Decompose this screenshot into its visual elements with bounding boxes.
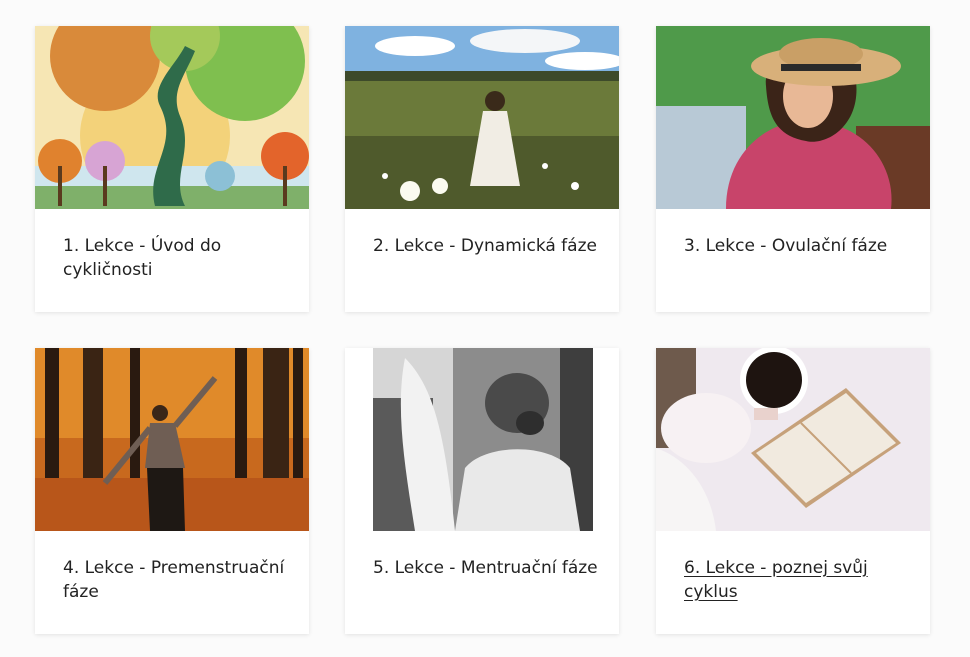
lesson-card-6[interactable]: 6. Lekce - poznej svůj cyklus xyxy=(656,348,930,634)
lesson-title-2[interactable]: 2. Lekce - Dynamická fáze xyxy=(373,234,603,258)
lesson-title-4[interactable]: 4. Lekce - Premenstruační fáze xyxy=(63,556,293,604)
lesson-image-3[interactable] xyxy=(656,26,930,209)
lesson-title-1[interactable]: 1. Lekce - Úvod do cykličnosti xyxy=(63,234,293,282)
lesson-card-3[interactable]: 3. Lekce - Ovulační fáze xyxy=(656,26,930,312)
lesson-image-1[interactable] xyxy=(35,26,309,209)
lesson-title-6-link[interactable]: 6. Lekce - poznej svůj cyklus xyxy=(684,556,914,604)
lesson-card-5[interactable]: 5. Lekce - Mentruační fáze xyxy=(345,348,619,634)
lesson-card-2[interactable]: 2. Lekce - Dynamická fáze xyxy=(345,26,619,312)
lesson-image-2[interactable] xyxy=(345,26,619,209)
lesson-title-3[interactable]: 3. Lekce - Ovulační fáze xyxy=(684,234,914,258)
lesson-title-5[interactable]: 5. Lekce - Mentruační fáze xyxy=(373,556,603,580)
lesson-image-4[interactable] xyxy=(35,348,309,531)
lesson-grid: 1. Lekce - Úvod do cykličnosti 2. Lekce … xyxy=(0,0,970,657)
lesson-image-6[interactable] xyxy=(656,348,930,531)
lesson-card-1[interactable]: 1. Lekce - Úvod do cykličnosti xyxy=(35,26,309,312)
lesson-card-4[interactable]: 4. Lekce - Premenstruační fáze xyxy=(35,348,309,634)
lesson-image-5[interactable] xyxy=(345,348,619,531)
